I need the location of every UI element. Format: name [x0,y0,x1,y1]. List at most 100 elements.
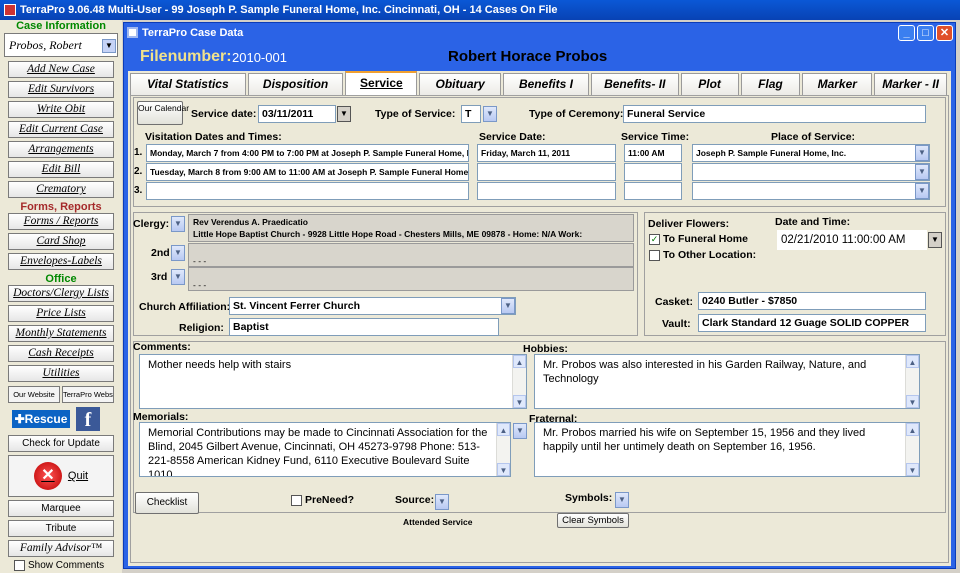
service-date-cell[interactable] [477,163,616,181]
scroll-up-icon[interactable]: ▲ [906,355,919,368]
service-time-cell[interactable]: 11:00 AM [624,144,682,162]
monthly-statements-button[interactable]: Monthly Statements [8,325,114,342]
casket-input[interactable]: 0240 Butler - $7850 [698,292,926,310]
marquee-button[interactable]: Marquee [8,500,114,517]
cash-receipts-button[interactable]: Cash Receipts [8,345,114,362]
edit-survivors-button[interactable]: Edit Survivors [8,81,114,98]
service-date-input[interactable]: 03/11/2011 [258,105,336,123]
church-affiliation-input[interactable]: St. Vincent Ferrer Church [229,297,516,315]
visitation-input[interactable]: Tuesday, March 8 from 9:00 AM to 11:00 A… [146,163,469,181]
arrangements-button[interactable]: Arrangements [8,141,114,158]
maximize-button[interactable]: □ [917,25,934,41]
visitation-input[interactable] [146,182,469,200]
facebook-icon[interactable]: f [76,407,100,431]
check-for-update-button[interactable]: Check for Update [8,435,114,452]
scroll-down-icon[interactable]: ▼ [513,395,526,408]
to-other-location-option[interactable]: To Other Location: [649,249,756,261]
crematory-button[interactable]: Crematory [8,181,114,198]
memorials-dropdown-icon[interactable]: ▼ [513,423,527,439]
tribute-button[interactable]: Tribute [8,520,114,537]
tab-marker[interactable]: Marker [802,73,873,95]
tab-service[interactable]: Service [345,71,418,95]
edit-bill-button[interactable]: Edit Bill [8,161,114,178]
terrapro-website-button[interactable]: TerraPro Website [62,386,114,403]
card-shop-button[interactable]: Card Shop [8,233,114,250]
place-dropdown-icon[interactable]: ▼ [915,164,929,180]
source-dropdown-icon[interactable]: ▼ [435,494,449,510]
place-of-service-input[interactable] [692,182,930,200]
church-dropdown-icon[interactable]: ▼ [501,298,515,314]
tab-disposition[interactable]: Disposition [247,73,344,95]
scroll-down-icon[interactable]: ▼ [906,463,919,476]
to-funeral-home-option[interactable]: ✓ To Funeral Home [649,233,748,245]
type-of-ceremony-input[interactable]: Funeral Service [623,105,926,123]
tab-obituary[interactable]: Obituary [419,73,502,95]
tab-marker-ii[interactable]: Marker - II [874,73,947,95]
calendar-dropdown-icon[interactable]: ▼ [337,106,351,122]
tab-benefits-i[interactable]: Benefits I [503,73,589,95]
scroll-down-icon[interactable]: ▼ [906,395,919,408]
to-other-location-checkbox[interactable] [649,249,660,261]
show-comments-checkbox[interactable] [14,560,25,571]
visitation-input[interactable]: Monday, March 7 from 4:00 PM to 7:00 PM … [146,144,469,162]
clergy-dropdown-icon[interactable]: ▼ [171,216,185,232]
religion-input[interactable]: Baptist [229,318,499,336]
preneed-option[interactable]: PreNeed? [291,494,354,506]
price-lists-button[interactable]: Price Lists [8,305,114,322]
show-comments-toggle[interactable]: Show Comments [14,560,108,571]
quit-button[interactable]: ✕ Quit [8,455,114,497]
place-of-service-input[interactable] [692,163,930,181]
hobbies-textarea[interactable]: Mr. Probos was also interested in his Ga… [534,354,920,409]
sidebar: Case Information Probos, Robert ▼ Add Ne… [0,20,122,573]
tab-plot[interactable]: Plot [680,73,739,95]
vault-input[interactable]: Clark Standard 12 Guage SOLID COPPER [698,314,926,332]
forms-reports-button[interactable]: Forms / Reports [8,213,114,230]
close-window-button[interactable]: ✕ [936,25,953,41]
hobbies-scrollbar[interactable]: ▲ ▼ [905,355,919,408]
second-clergy-dropdown-icon[interactable]: ▼ [171,245,185,261]
service-date-cell[interactable] [477,182,616,200]
fraternal-textarea[interactable]: Mr. Probos married his wife on September… [534,422,920,477]
envelopes-labels-button[interactable]: Envelopes-Labels [8,253,114,270]
service-time-cell[interactable] [624,182,682,200]
scroll-down-icon[interactable]: ▼ [497,463,510,476]
add-new-case-button[interactable]: Add New Case [8,61,114,78]
type-of-service-dropdown-icon[interactable]: ▼ [483,106,497,122]
chevron-down-icon[interactable]: ▼ [102,39,116,53]
scroll-up-icon[interactable]: ▲ [906,423,919,436]
memorials-textarea[interactable]: Memorial Contributions may be made to Ci… [139,422,511,477]
rescue-button[interactable]: ✚Rescue [12,410,70,428]
fraternal-scrollbar[interactable]: ▲ ▼ [905,423,919,476]
scroll-up-icon[interactable]: ▲ [513,355,526,368]
service-time-cell[interactable] [624,163,682,181]
to-funeral-home-checkbox[interactable]: ✓ [649,233,660,245]
place-dropdown-icon[interactable]: ▼ [915,145,929,161]
service-date-cell[interactable]: Friday, March 11, 2011 [477,144,616,162]
place-dropdown-icon[interactable]: ▼ [915,183,929,199]
memorials-scrollbar[interactable]: ▲ ▼ [496,423,510,476]
family-advisor-button[interactable]: Family Advisor™ [8,540,114,557]
symbols-dropdown-icon[interactable]: ▼ [615,492,629,508]
flowers-date-time-input[interactable]: 02/21/2010 11:00:00 AM [777,230,927,250]
comments-textarea[interactable]: Mother needs help with stairs ▲ ▼ [139,354,527,409]
tab-benefits-ii[interactable]: Benefits- II [590,73,679,95]
doctors-clergy-lists-button[interactable]: Doctors/Clergy Lists [8,285,114,302]
comments-scrollbar[interactable]: ▲ ▼ [512,355,526,408]
checklist-button[interactable]: Checklist [135,492,199,514]
type-of-service-input[interactable]: T [461,105,481,123]
clear-symbols-button[interactable]: Clear Symbols [557,513,629,528]
tab-flag[interactable]: Flag [740,73,801,95]
scroll-up-icon[interactable]: ▲ [497,423,510,436]
utilities-button[interactable]: Utilities [8,365,114,382]
date-time-dropdown-icon[interactable]: ▼ [928,232,942,248]
our-calendar-button[interactable]: Our Calendar [137,101,189,125]
our-website-button[interactable]: Our Website [8,386,60,403]
place-of-service-input[interactable]: Joseph P. Sample Funeral Home, Inc. [692,144,930,162]
case-selector[interactable]: Probos, Robert ▼ [4,33,118,57]
write-obit-button[interactable]: Write Obit [8,101,114,118]
minimize-button[interactable]: _ [898,25,915,41]
preneed-checkbox[interactable] [291,494,302,506]
edit-current-case-button[interactable]: Edit Current Case [8,121,114,138]
third-clergy-dropdown-icon[interactable]: ▼ [171,269,185,285]
tab-vital-statistics[interactable]: Vital Statistics [130,73,246,95]
